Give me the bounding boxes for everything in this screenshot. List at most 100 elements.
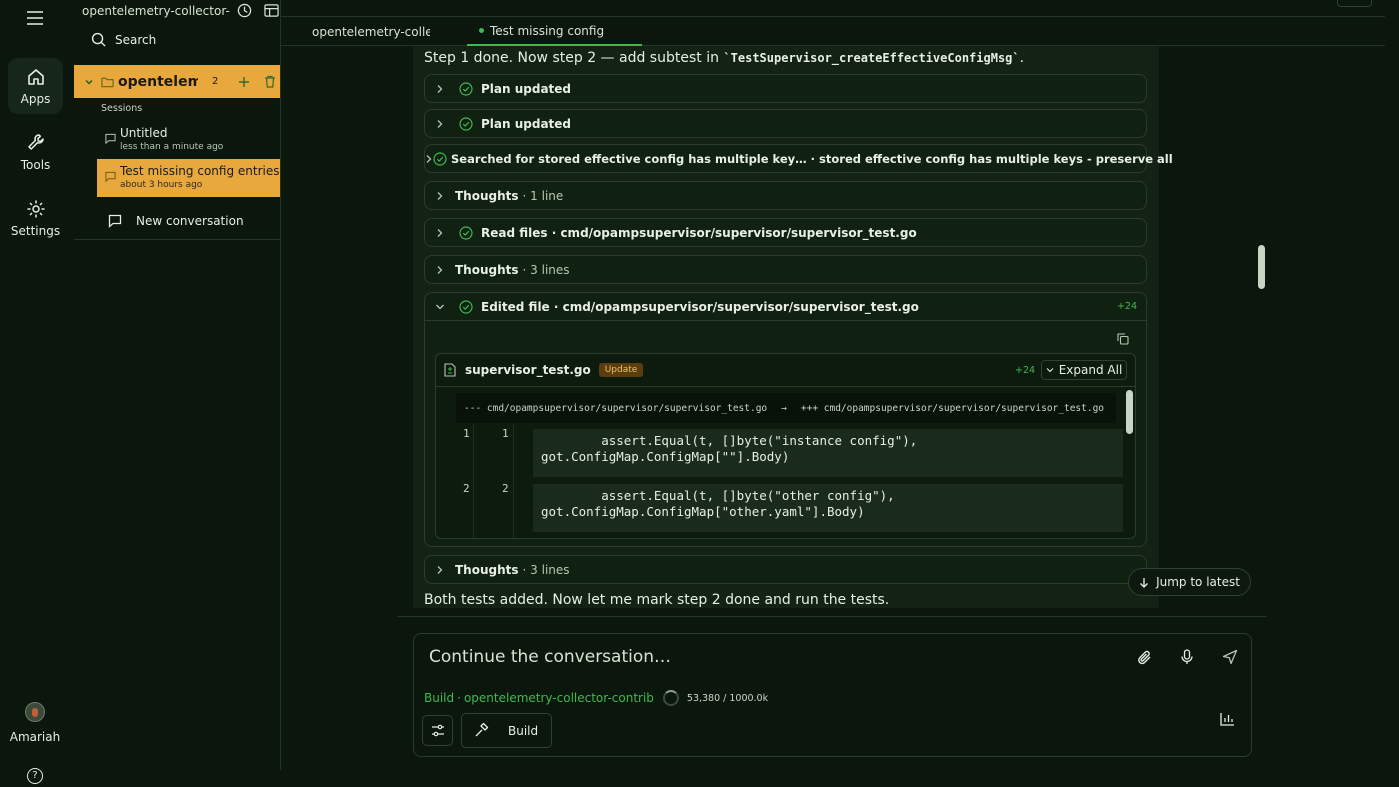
apps-label: Apps bbox=[20, 91, 51, 106]
check-circle-icon bbox=[455, 81, 477, 96]
edited-file-header[interactable]: Edited file · cmd/opampsupervisor/superv… bbox=[425, 293, 1146, 321]
new-conversation-label: New conversation bbox=[136, 214, 244, 228]
stats-icon[interactable] bbox=[1220, 712, 1235, 726]
session-time: about 3 hours ago bbox=[120, 180, 203, 190]
chat-icon bbox=[105, 133, 116, 144]
line-number-new: 1 bbox=[502, 427, 509, 440]
left-rail: Apps Tools Settings Amariah ? bbox=[0, 0, 72, 787]
attach-icon[interactable] bbox=[1137, 649, 1153, 666]
hammer-icon bbox=[475, 723, 489, 737]
chat-icon bbox=[105, 171, 116, 182]
tools-button[interactable]: Tools bbox=[8, 124, 63, 180]
diff-arrow: → bbox=[781, 402, 787, 414]
send-icon[interactable] bbox=[1222, 649, 1238, 665]
options-button[interactable] bbox=[422, 715, 453, 746]
diff-file-name: supervisor_test.go bbox=[465, 363, 591, 377]
new-conversation-button[interactable]: New conversation bbox=[108, 214, 244, 228]
row-label: Thoughts bbox=[455, 562, 519, 577]
menu-icon[interactable] bbox=[26, 10, 44, 26]
top-right-button[interactable] bbox=[1337, 0, 1372, 7]
step-code: `TestSupervisor_createEffectiveConfigMsg… bbox=[723, 51, 1020, 65]
composer: Continue the conversation… Build · opent… bbox=[413, 633, 1252, 757]
update-badge: Update bbox=[598, 363, 644, 377]
line-number-old: 2 bbox=[463, 482, 470, 495]
chevron-right-icon bbox=[425, 228, 455, 238]
jump-label: Jump to latest bbox=[1156, 575, 1240, 589]
home-icon bbox=[27, 68, 44, 85]
composer-divider bbox=[397, 616, 1267, 617]
thoughts-row[interactable]: Thoughts · 3 lines bbox=[424, 255, 1147, 284]
chevron-right-icon bbox=[425, 265, 455, 275]
help-icon[interactable]: ? bbox=[27, 768, 43, 784]
sessions-heading: Sessions bbox=[101, 103, 143, 114]
add-icon[interactable] bbox=[238, 76, 250, 88]
project-link[interactable]: opentelemetry-collector-contrib bbox=[464, 691, 654, 705]
history-icon[interactable] bbox=[237, 3, 252, 18]
line-number-new: 2 bbox=[502, 482, 509, 495]
project-count: 2 bbox=[212, 76, 219, 87]
microphone-icon[interactable] bbox=[1181, 649, 1193, 665]
user-name: Amariah bbox=[9, 730, 61, 744]
session-time: less than a minute ago bbox=[120, 142, 224, 152]
thoughts-row[interactable]: Thoughts · 3 lines bbox=[424, 555, 1147, 584]
tool-row-read-files[interactable]: Read files · cmd/opampsupervisor/supervi… bbox=[424, 218, 1147, 247]
gear-icon bbox=[27, 200, 44, 217]
chevron-right-icon bbox=[425, 84, 455, 94]
folder-icon bbox=[101, 77, 114, 87]
search-button[interactable]: Search bbox=[91, 32, 156, 47]
chevron-right-icon bbox=[425, 154, 433, 164]
build-label: Build bbox=[508, 723, 539, 738]
row-detail: · 1 line bbox=[522, 188, 564, 203]
tab-project[interactable]: opentelemetry-collector-contrib bbox=[312, 17, 430, 46]
diff-new-path: +++ cmd/opampsupervisor/supervisor/super… bbox=[800, 402, 1105, 414]
step-end: . bbox=[1019, 50, 1025, 66]
chat-scrollbar[interactable] bbox=[1258, 245, 1265, 289]
tools-label: Tools bbox=[20, 157, 51, 172]
step-message: Step 1 done. Now step 2 — add subtest in… bbox=[424, 50, 1024, 66]
settings-label: Settings bbox=[10, 223, 61, 238]
tab-session[interactable]: Test missing config entries bbox=[467, 17, 642, 46]
chevron-right-icon bbox=[425, 119, 455, 129]
tab-bar: opentelemetry-collector-contrib Test mis… bbox=[281, 16, 1385, 46]
expand-all-button[interactable]: Expand All bbox=[1041, 360, 1127, 380]
trash-icon[interactable] bbox=[264, 75, 276, 88]
settings-button[interactable]: Settings bbox=[8, 190, 63, 246]
row-label: Plan updated bbox=[481, 116, 572, 131]
file-diff-icon bbox=[444, 363, 456, 377]
copy-icon[interactable] bbox=[1117, 333, 1129, 345]
diff-code-line: assert.Equal(t, []byte("other config"), … bbox=[533, 484, 1123, 532]
edited-file-label: Edited file · cmd/opampsupervisor/superv… bbox=[481, 299, 919, 314]
diff-scrollbar[interactable] bbox=[1126, 390, 1133, 434]
tab-label: Test missing config entries bbox=[490, 23, 606, 38]
apps-button[interactable]: Apps bbox=[8, 58, 63, 114]
session-item[interactable]: Untitled less than a minute ago bbox=[97, 121, 280, 159]
sliders-icon bbox=[431, 724, 444, 737]
tokens-sep: / bbox=[723, 692, 727, 704]
check-circle-icon bbox=[455, 299, 477, 314]
session-item-active[interactable]: Test missing config entries about 3 hour… bbox=[97, 159, 280, 197]
arrow-down-icon bbox=[1140, 577, 1149, 588]
diff-card: supervisor_test.go Update +24 Expand All… bbox=[435, 353, 1136, 539]
mode-label[interactable]: Build bbox=[424, 691, 454, 705]
diff-header: supervisor_test.go Update +24 Expand All bbox=[436, 354, 1135, 387]
session-title: Test missing config entries bbox=[120, 164, 280, 178]
jump-to-latest-button[interactable]: Jump to latest bbox=[1128, 568, 1251, 596]
session-title: Untitled bbox=[120, 126, 168, 140]
tool-row-plan-updated[interactable]: Plan updated bbox=[424, 74, 1147, 103]
edited-delta: +24 bbox=[1116, 301, 1137, 312]
tool-row-search[interactable]: Searched for stored effective config has… bbox=[424, 144, 1173, 173]
chevron-down-icon bbox=[85, 79, 93, 84]
row-detail: · 3 lines bbox=[522, 262, 570, 277]
thoughts-row[interactable]: Thoughts · 1 line bbox=[424, 181, 1147, 210]
message-input[interactable]: Continue the conversation… bbox=[429, 647, 1109, 671]
build-button[interactable]: Build bbox=[461, 713, 552, 748]
project-row[interactable]: opentelemetry-collector-contrib 2 bbox=[74, 65, 280, 98]
panel-divider bbox=[280, 0, 281, 770]
chevron-right-icon bbox=[425, 191, 455, 201]
user-avatar[interactable] bbox=[25, 702, 45, 722]
tool-row-plan-updated[interactable]: Plan updated bbox=[424, 109, 1147, 138]
chat-icon bbox=[108, 214, 122, 228]
window-icon[interactable] bbox=[264, 3, 279, 18]
row-label: Read files · cmd/opampsupervisor/supervi… bbox=[481, 225, 917, 240]
row-label: Thoughts bbox=[455, 262, 519, 277]
